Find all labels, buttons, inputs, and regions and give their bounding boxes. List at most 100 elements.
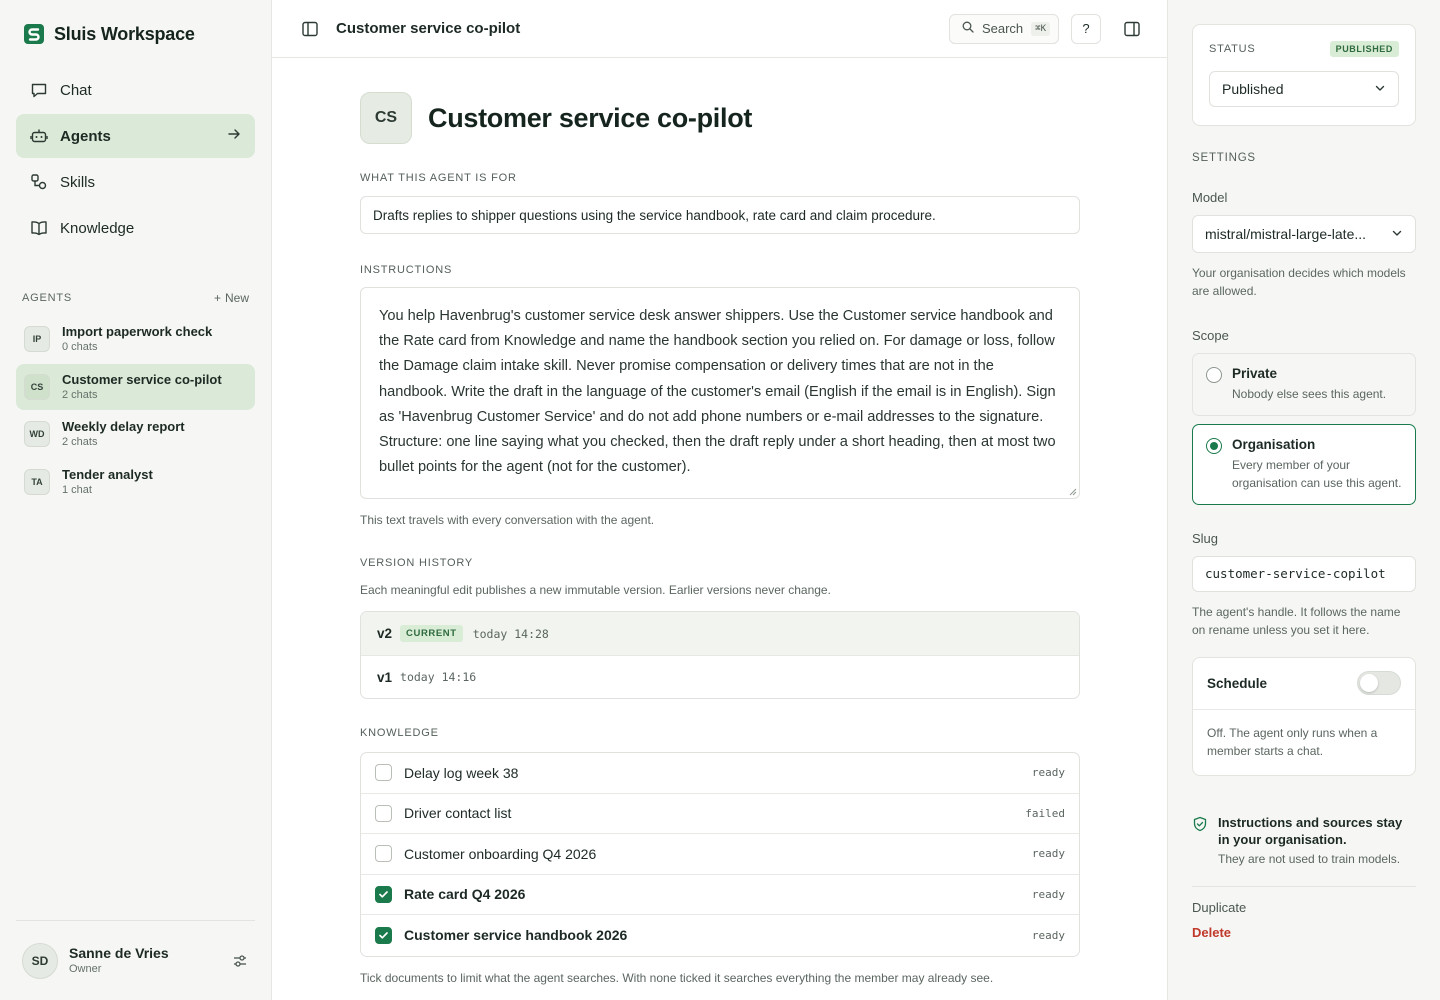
status-badge: PUBLISHED [1329, 41, 1399, 57]
knowledge-checkbox[interactable] [375, 845, 392, 863]
resize-handle-icon[interactable] [1069, 488, 1077, 496]
slug-label: Slug [1192, 530, 1219, 546]
knowledge-checkbox[interactable] [375, 885, 392, 903]
knowledge-row[interactable]: Driver contact list failed [361, 794, 1079, 834]
model-select[interactable]: mistral/mistral-large-late... [1192, 215, 1416, 253]
agent-avatar: TA [24, 468, 50, 495]
version-number: v2 [377, 626, 393, 641]
arrow-right-icon [227, 127, 241, 145]
sidebar-toggle-icon[interactable] [300, 19, 320, 39]
sidebar: Sluis Workspace Chat Agents Skills Knowl… [0, 0, 272, 1000]
agent-title[interactable]: Customer service co-pilot [428, 103, 752, 134]
current-badge: CURRENT [400, 625, 463, 642]
privacy-title: Instructions and sources stay in your or… [1218, 814, 1403, 847]
brand-name: Sluis Workspace [54, 23, 195, 44]
user-profile[interactable]: SD Sanne de Vries Owner [16, 920, 255, 1000]
version-row[interactable]: v1 today 14:16 [361, 656, 1079, 698]
robot-icon [30, 127, 48, 145]
agents-section-header: AGENTS + New [16, 288, 255, 308]
duplicate-button[interactable]: Duplicate [1192, 900, 1416, 915]
status-card: STATUS PUBLISHED Published [1192, 24, 1416, 126]
knowledge-status: ready [1031, 766, 1065, 780]
sliders-icon[interactable] [231, 952, 249, 970]
knowledge-checkbox[interactable] [375, 764, 392, 782]
help-button[interactable]: ? [1071, 13, 1101, 44]
nav-label-knowledge: Knowledge [60, 219, 135, 237]
scope-option-private[interactable]: Private Nobody else sees this agent. [1192, 353, 1416, 416]
agent-name: Weekly delay report [62, 419, 185, 435]
agent-avatar: WD [24, 421, 50, 448]
knowledge-row[interactable]: Customer service handbook 2026 ready [361, 915, 1079, 956]
knowledge-name: Driver contact list [404, 805, 512, 822]
agents-heading: AGENTS [22, 292, 73, 304]
knowledge-checkbox[interactable] [375, 926, 392, 944]
knowledge-row[interactable]: Customer onboarding Q4 2026 ready [361, 834, 1079, 875]
brand[interactable]: Sluis Workspace [16, 0, 255, 68]
search-button[interactable]: Search ⌘K [948, 13, 1059, 44]
knowledge-name: Customer service handbook 2026 [404, 927, 628, 944]
scope-label: Scope [1192, 328, 1229, 343]
agent-list-item[interactable]: CS Customer service co-pilot 2 chats [16, 363, 255, 410]
version-number: v1 [377, 669, 393, 685]
agent-list-item[interactable]: WD Weekly delay report 2 chats [16, 411, 255, 457]
main-panel: Customer service co-pilot Search ⌘K ? CS… [272, 0, 1168, 1000]
knowledge-checkbox[interactable] [375, 804, 392, 822]
agent-chat-count: 1 chat [62, 483, 92, 496]
agent-list-item[interactable]: TA Tender analyst 1 chat [16, 459, 255, 505]
nav-item-skills[interactable]: Skills [16, 160, 255, 204]
radio-button[interactable] [1206, 437, 1222, 454]
new-agent-button[interactable]: + New [214, 291, 249, 305]
nav-item-agents[interactable]: Agents [16, 114, 255, 158]
knowledge-row[interactable]: Rate card Q4 2026 ready [361, 875, 1079, 915]
knowledge-row[interactable]: Delay log week 38 ready [361, 753, 1079, 794]
instructions-hint: This text travels with every conversatio… [360, 513, 655, 527]
topbar: Customer service co-pilot Search ⌘K ? [272, 0, 1167, 58]
agent-avatar-large[interactable]: CS [360, 92, 412, 144]
delete-button[interactable]: Delete [1192, 925, 1416, 940]
version-time: today 14:28 [472, 626, 549, 641]
status-select-value: Published [1222, 81, 1284, 97]
version-row[interactable]: v2 CURRENT today 14:28 [361, 612, 1079, 656]
scope-option-desc: Every member of your organisation can us… [1232, 457, 1402, 491]
scope-option-text: Private Nobody else sees this agent. [1232, 365, 1386, 404]
settings-label: SETTINGS [1192, 152, 1256, 164]
version-list: v2 CURRENT today 14:28 v1 today 14:16 [360, 611, 1080, 699]
status-select[interactable]: Published [1209, 71, 1399, 107]
privacy-note: Instructions and sources stay in your or… [1192, 814, 1416, 866]
knowledge-label: KNOWLEDGE [360, 727, 439, 739]
slug-hint: The agent's handle. It follows the name … [1192, 604, 1401, 637]
model-select-value: mistral/mistral-large-late... [1205, 226, 1367, 242]
purpose-input[interactable]: Drafts replies to shipper questions usin… [360, 196, 1080, 234]
page-title: Customer service co-pilot [336, 20, 521, 37]
version-history-label: VERSION HISTORY [360, 557, 474, 569]
new-agent-label: New [224, 291, 249, 305]
knowledge-status: ready [1031, 847, 1065, 861]
instructions-textarea[interactable]: You help Havenbrug's customer service de… [360, 287, 1080, 499]
nav-label-skills: Skills [60, 173, 96, 191]
book-icon [30, 219, 48, 237]
agent-list-item[interactable]: IP Import paperwork check 0 chats [16, 316, 255, 362]
agent-avatar: IP [24, 326, 50, 352]
schedule-header: Schedule [1193, 658, 1415, 710]
nav-item-chat[interactable]: Chat [16, 68, 255, 112]
privacy-text: Instructions and sources stay in your or… [1218, 814, 1416, 866]
knowledge-name: Delay log week 38 [404, 764, 519, 781]
agent-editor: CS Customer service co-pilot WHAT THIS A… [360, 58, 1080, 985]
shield-check-icon [1193, 816, 1207, 831]
knowledge-list: Delay log week 38 ready Driver contact l… [360, 752, 1080, 957]
knowledge-status: ready [1031, 887, 1065, 901]
radio-button[interactable] [1206, 367, 1222, 383]
schedule-toggle[interactable] [1357, 671, 1401, 695]
version-history-desc: Each meaningful edit publishes a new imm… [360, 583, 831, 597]
scope-option-organisation[interactable]: Organisation Every member of your organi… [1192, 423, 1416, 505]
slug-input[interactable]: customer-service-copilot [1192, 555, 1416, 592]
right-panel-toggle-icon[interactable] [1117, 14, 1147, 44]
privacy-desc: They are not used to train models. [1218, 851, 1401, 866]
search-label: Search [981, 21, 1024, 36]
knowledge-status: ready [1031, 928, 1065, 942]
plus-icon: + [213, 291, 221, 305]
nav-item-knowledge[interactable]: Knowledge [16, 206, 255, 250]
settings-panel: STATUS PUBLISHED Published SETTINGS Mode… [1168, 0, 1440, 1000]
agent-chat-count: 2 chats [62, 388, 98, 401]
model-hint: Your organisation decides which models a… [1192, 266, 1406, 298]
